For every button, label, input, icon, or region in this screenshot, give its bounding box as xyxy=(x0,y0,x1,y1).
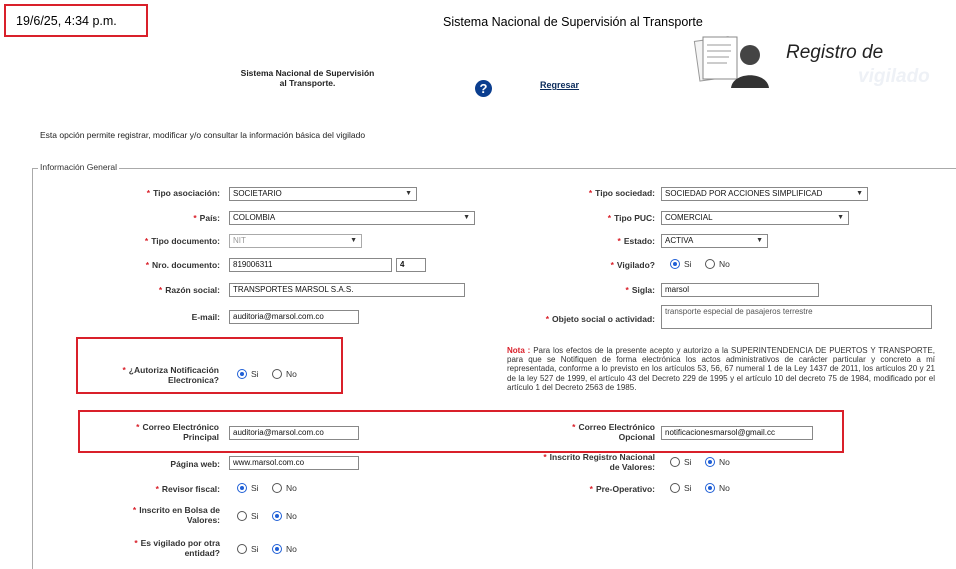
radio-empty-icon xyxy=(272,483,282,493)
radio-empty-icon xyxy=(670,483,680,493)
vigilado-radio-si[interactable]: Si xyxy=(670,259,692,269)
tipo-puc-select[interactable]: COMERCIAL ▼ xyxy=(661,211,849,225)
label-autoriza-notificacion: * ¿Autoriza Notificación Electronica? xyxy=(122,365,219,385)
radio-empty-icon xyxy=(670,457,680,467)
inscrito-rnv-radio-si[interactable]: Si xyxy=(670,457,692,467)
label-inscrito-bolsa: * Inscrito en Bolsa de Valores: xyxy=(132,505,220,525)
highlight-box-timestamp xyxy=(4,4,148,37)
inscrito-bolsa-radio-si[interactable]: Si xyxy=(237,511,259,521)
label-revisor-fiscal: * Revisor fiscal: xyxy=(155,484,220,494)
note-label: Nota : xyxy=(507,346,531,355)
es-vigilado-radio-no[interactable]: No xyxy=(272,544,297,554)
label-email: E-mail: xyxy=(191,312,220,322)
pais-select[interactable]: COLOMBIA ▼ xyxy=(229,211,475,225)
site-name-line1: Sistema Nacional de Supervisión xyxy=(240,68,375,78)
razon-social-input[interactable]: TRANSPORTES MARSOL S.A.S. xyxy=(229,283,465,297)
help-circle-icon[interactable]: ? xyxy=(475,80,492,97)
label-pre-operativo: * Pre-Operativo: xyxy=(589,484,655,494)
revisor-fiscal-radio-si[interactable]: Si xyxy=(237,483,259,493)
chevron-down-icon: ▼ xyxy=(463,214,470,221)
site-name: Sistema Nacional de Supervisión al Trans… xyxy=(205,68,410,88)
label-pagina-web: Página web: xyxy=(170,459,220,469)
tipo-asociacion-select[interactable]: SOCIETARIO ▼ xyxy=(229,187,417,201)
radio-selected-icon xyxy=(705,457,715,467)
autoriza-radio-si[interactable]: Si xyxy=(237,369,259,379)
label-sigla: * Sigla: xyxy=(625,285,655,295)
radio-empty-icon xyxy=(272,369,282,379)
autoriza-radio-no[interactable]: No xyxy=(272,369,297,379)
chevron-down-icon: ▼ xyxy=(350,237,357,244)
radio-selected-icon xyxy=(272,511,282,521)
user-document-icon xyxy=(693,33,775,88)
label-tipo-documento: * Tipo documento: xyxy=(144,236,220,246)
tipo-documento-select[interactable]: NIT ▼ xyxy=(229,234,362,248)
chevron-down-icon: ▼ xyxy=(756,237,763,244)
radio-selected-icon xyxy=(272,544,282,554)
chevron-down-icon: ▼ xyxy=(856,190,863,197)
label-tipo-sociedad: * Tipo sociedad: xyxy=(588,188,655,198)
site-name-line2: al Transporte. xyxy=(279,78,336,88)
label-correo-principal: * Correo Electrónico Principal xyxy=(136,422,219,442)
es-vigilado-radio-si[interactable]: Si xyxy=(237,544,259,554)
label-es-vigilado: * Es vigilado por otra entidad? xyxy=(134,538,220,558)
label-inscrito-rnv: * Inscrito Registro Nacional de Valores: xyxy=(543,452,655,472)
digito-verificacion-input[interactable]: 4 xyxy=(396,258,426,272)
radio-empty-icon xyxy=(237,544,247,554)
radio-empty-icon xyxy=(237,511,247,521)
estado-select[interactable]: ACTIVA ▼ xyxy=(661,234,768,248)
radio-selected-icon xyxy=(705,483,715,493)
pagina-web-input[interactable]: www.marsol.com.co xyxy=(229,456,359,470)
intro-text: Esta opción permite registrar, modificar… xyxy=(40,130,366,140)
note-text: Para los efectos de la presente acepto y… xyxy=(507,346,935,392)
document-title: Sistema Nacional de Supervisión al Trans… xyxy=(443,15,703,29)
revisor-fiscal-radio-no[interactable]: No xyxy=(272,483,297,493)
label-nro-documento: * Nro. documento: xyxy=(145,260,220,270)
label-tipo-asociacion: * Tipo asociación: xyxy=(146,188,220,198)
registro-title: Registro de xyxy=(786,42,884,63)
label-estado: * Estado: xyxy=(617,236,655,246)
sigla-input[interactable]: marsol xyxy=(661,283,819,297)
inscrito-rnv-radio-no[interactable]: No xyxy=(705,457,730,467)
back-link[interactable]: Regresar xyxy=(540,80,579,90)
email-input[interactable]: auditoria@marsol.com.co xyxy=(229,310,359,324)
fieldset-legend: Información General xyxy=(38,162,120,172)
label-tipo-puc: * Tipo PUC: xyxy=(607,213,655,223)
radio-empty-icon xyxy=(705,259,715,269)
chevron-down-icon: ▼ xyxy=(837,214,844,221)
inscrito-bolsa-radio-no[interactable]: No xyxy=(272,511,297,521)
pre-operativo-radio-no[interactable]: No xyxy=(705,483,730,493)
correo-principal-input[interactable]: auditoria@marsol.com.co xyxy=(229,426,359,440)
nro-documento-input[interactable]: 819006311 xyxy=(229,258,392,272)
tipo-sociedad-select[interactable]: SOCIEDAD POR ACCIONES SIMPLIFICAD ▼ xyxy=(661,187,868,201)
correo-opcional-input[interactable]: notificacionesmarsol@gmail.cc xyxy=(661,426,813,440)
label-vigilado: * Vigilado? xyxy=(610,260,655,270)
chevron-down-icon: ▼ xyxy=(405,190,412,197)
objeto-social-textarea[interactable]: transporte especial de pasajeros terrest… xyxy=(661,305,932,329)
label-correo-opcional: * Correo Electrónico Opcional xyxy=(572,422,655,442)
radio-selected-icon xyxy=(670,259,680,269)
vigilado-radio-no[interactable]: No xyxy=(705,259,730,269)
radio-selected-icon xyxy=(237,483,247,493)
registro-subtitle: vigilado xyxy=(858,66,930,87)
radio-selected-icon xyxy=(237,369,247,379)
pre-operativo-radio-si[interactable]: Si xyxy=(670,483,692,493)
legal-note: Nota : Para los efectos de la presente a… xyxy=(507,346,935,392)
label-razon-social: * Razón social: xyxy=(158,285,220,295)
label-pais: * País: xyxy=(193,213,220,223)
label-objeto-social: * Objeto social o actividad: xyxy=(545,314,655,324)
